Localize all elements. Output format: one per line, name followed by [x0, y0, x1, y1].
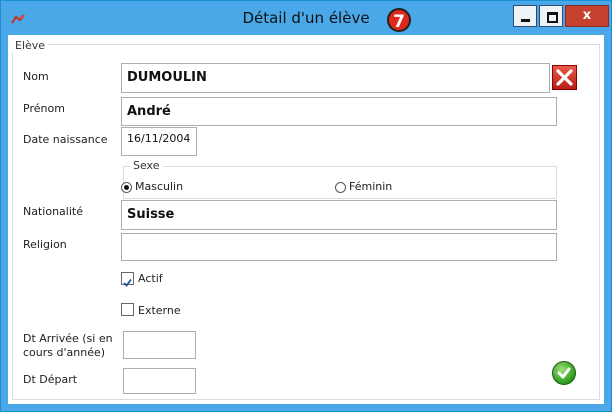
delete-button[interactable]	[552, 65, 577, 90]
externe-label[interactable]: Externe	[138, 304, 181, 318]
prenom-input[interactable]: André	[121, 97, 557, 126]
actif-checkbox[interactable]	[121, 272, 134, 287]
nationalite-label: Nationalité	[23, 205, 83, 218]
feminin-label[interactable]: Féminin	[349, 180, 392, 194]
prenom-label: Prénom	[23, 102, 65, 115]
religion-label: Religion	[23, 238, 67, 251]
checkmark-icon	[123, 278, 132, 287]
date-depart-label: Dt Départ	[23, 373, 78, 386]
nationalite-input[interactable]: Suisse	[121, 200, 557, 230]
date-arrivee-input[interactable]	[123, 331, 196, 359]
minimize-button[interactable]	[513, 5, 537, 27]
date-naissance-label: Date naissance	[23, 133, 108, 146]
externe-checkbox[interactable]	[121, 303, 134, 316]
masculin-label[interactable]: Masculin	[135, 180, 183, 194]
step-badge: 7	[387, 8, 411, 32]
window: Détail d'un élève 7 x Elève Nom DUMOULIN…	[0, 0, 612, 412]
confirm-button[interactable]	[552, 361, 576, 385]
close-button[interactable]: x	[565, 5, 609, 27]
religion-input[interactable]	[121, 233, 557, 261]
red-x-icon	[556, 69, 573, 86]
sexe-title: Sexe	[130, 159, 163, 172]
maximize-button[interactable]	[539, 5, 563, 27]
nom-label: Nom	[23, 70, 49, 83]
feminin-radio[interactable]	[335, 182, 346, 193]
date-depart-input[interactable]	[123, 368, 196, 394]
form-client-area: Elève Nom DUMOULIN Prénom André Date nai…	[8, 35, 604, 404]
nom-input[interactable]: DUMOULIN	[121, 63, 550, 93]
green-check-icon	[557, 367, 571, 379]
actif-label[interactable]: Actif	[138, 272, 163, 286]
window-bottom-border	[1, 404, 611, 411]
masculin-radio[interactable]	[121, 182, 132, 193]
date-arrivee-label: Dt Arrivée (si en cours d'année)	[23, 332, 113, 359]
title-bar[interactable]: Détail d'un élève 7 x	[1, 1, 611, 35]
date-naissance-input[interactable]: 16/11/2004	[121, 127, 197, 156]
group-title: Elève	[12, 39, 49, 52]
